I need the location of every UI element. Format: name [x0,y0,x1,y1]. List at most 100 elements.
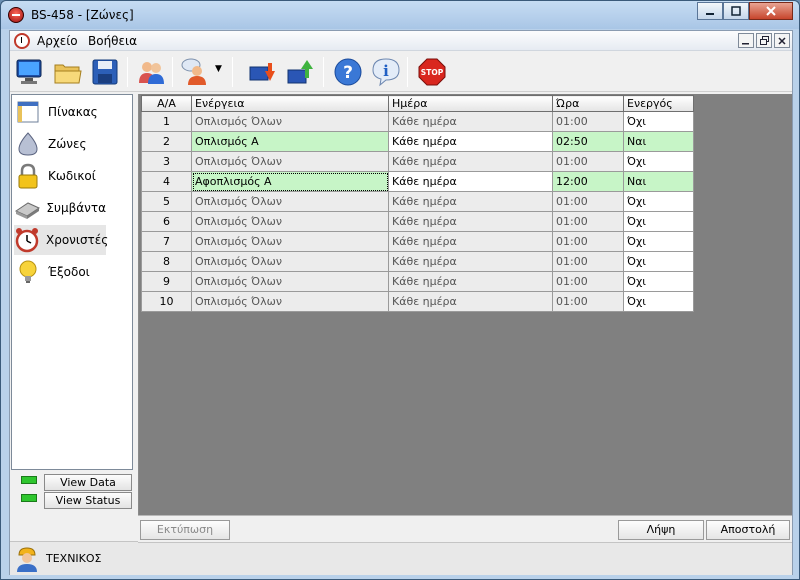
table-row[interactable]: 1 Οπλισμός Όλων Κάθε ημέρα 01:00 Όχι [141,111,694,132]
toolbar: ▼ ? i STOP [10,52,792,92]
table-row[interactable]: 8 Οπλισμός Όλων Κάθε ημέρα 01:00 Όχι [141,251,694,272]
day-cell[interactable]: Κάθε ημέρα [388,211,553,232]
send-button[interactable]: Αποστολή [706,520,790,540]
time-cell[interactable]: 01:00 [552,251,624,272]
active-cell[interactable]: Όχι [623,271,694,292]
toolbar-separator [232,57,233,87]
help-button[interactable]: ? [331,55,365,89]
action-cell[interactable]: Οπλισμός Όλων [191,251,389,272]
info-button[interactable]: i [369,55,403,89]
monitor-button[interactable] [12,55,46,89]
client-area: Αρχείο Βοήθεια ▼ ? i STOP Πίνακας Ζώνες … [9,30,793,575]
action-cell[interactable]: Οπλισμός Όλων [191,111,389,132]
action-cell[interactable]: Οπλισμός Όλων [191,191,389,212]
sidebar-item-outputs[interactable]: Έξοδοι [14,257,106,287]
info-icon: i [372,58,400,87]
svg-text:STOP: STOP [421,68,444,77]
user-chat-icon [181,58,206,85]
table-row[interactable]: 6 Οπλισμός Όλων Κάθε ημέρα 01:00 Όχι [141,211,694,232]
sidebar-item-events[interactable]: Συμβάντα [14,193,106,223]
day-cell[interactable]: Κάθε ημέρα [388,111,553,132]
open-button[interactable] [50,55,84,89]
active-cell[interactable]: Όχι [623,151,694,172]
clock-document-icon[interactable] [14,33,30,49]
time-cell[interactable]: 01:00 [552,231,624,252]
table-row[interactable]: 3 Οπλισμός Όλων Κάθε ημέρα 01:00 Όχι [141,151,694,172]
action-cell[interactable]: Οπλισμός Όλων [191,271,389,292]
active-cell[interactable]: Όχι [623,231,694,252]
sidebar-item-panel[interactable]: Πίνακας [14,97,106,127]
action-cell[interactable]: Οπλισμός Όλων [191,211,389,232]
active-cell[interactable]: Ναι [623,131,694,152]
user-status-bar: ΤΕΧΝΙΚΟΣ [10,541,138,575]
action-cell[interactable]: Αφοπλισμός Α [191,171,389,192]
column-header-day[interactable]: Ημέρα [388,95,553,112]
menu-help[interactable]: Βοήθεια [88,34,137,48]
table-row[interactable]: 4 Αφοπλισμός Α Κάθε ημέρα 12:00 Ναι [141,171,694,192]
sidebar-item-codes[interactable]: Κωδικοί [14,161,106,191]
time-cell[interactable]: 12:00 [552,171,624,192]
day-cell[interactable]: Κάθε ημέρα [388,171,553,192]
print-button[interactable]: Εκτύπωση [140,520,230,540]
table-row[interactable]: 7 Οπλισμός Όλων Κάθε ημέρα 01:00 Όχι [141,231,694,252]
stop-button[interactable]: STOP [415,55,449,89]
sidebar-item-zones[interactable]: Ζώνες [14,129,106,159]
table-row[interactable]: 9 Οπλισμός Όλων Κάθε ημέρα 01:00 Όχι [141,271,694,292]
action-cell[interactable]: Οπλισμός Όλων [191,291,389,312]
table-row[interactable]: 5 Οπλισμός Όλων Κάθε ημέρα 01:00 Όχι [141,191,694,212]
time-cell[interactable]: 02:50 [552,131,624,152]
user-chat-button[interactable] [178,55,212,89]
day-cell[interactable]: Κάθε ημέρα [388,131,553,152]
day-cell[interactable]: Κάθε ημέρα [388,271,553,292]
mdi-minimize-button[interactable] [738,33,754,48]
time-cell[interactable]: 01:00 [552,151,624,172]
active-cell[interactable]: Όχι [623,111,694,132]
title-bar[interactable]: BS-458 - [Ζώνες] [1,1,799,29]
table-row[interactable]: 10 Οπλισμός Όλων Κάθε ημέρα 01:00 Όχι [141,291,694,312]
toolbar-separator [407,57,408,87]
day-cell[interactable]: Κάθε ημέρα [388,151,553,172]
active-cell[interactable]: Όχι [623,251,694,272]
toolbar-separator [172,57,173,87]
active-cell[interactable]: Όχι [623,191,694,212]
action-cell[interactable]: Οπλισμός Όλων [191,151,389,172]
sidebar-item-label: Χρονιστές [46,233,109,247]
time-cell[interactable]: 01:00 [552,111,624,132]
users-button[interactable] [134,55,168,89]
minimize-button[interactable] [697,2,723,20]
day-cell[interactable]: Κάθε ημέρα [388,251,553,272]
save-button[interactable] [88,55,122,89]
download-button[interactable] [245,55,279,89]
time-cell[interactable]: 01:00 [552,191,624,212]
menu-file[interactable]: Αρχείο [37,34,78,48]
active-cell[interactable]: Ναι [623,171,694,192]
receive-button[interactable]: Λήψη [618,520,704,540]
row-number: 8 [141,251,192,272]
close-button[interactable] [749,2,793,20]
table-row[interactable]: 2 Οπλισμός Α Κάθε ημέρα 02:50 Ναι [141,131,694,152]
mdi-close-button[interactable] [774,33,790,48]
column-header-active[interactable]: Ενεργός [623,95,694,112]
action-cell[interactable]: Οπλισμός Α [191,131,389,152]
sidebar-item-label: Έξοδοι [48,265,90,279]
day-cell[interactable]: Κάθε ημέρα [388,231,553,252]
view-data-button[interactable]: View Data [44,474,132,491]
active-cell[interactable]: Όχι [623,291,694,312]
upload-button[interactable] [283,55,317,89]
mdi-restore-button[interactable] [756,33,772,48]
sidebar-item-timers[interactable]: Χρονιστές [14,225,109,255]
column-header-action[interactable]: Ενέργεια [191,95,389,112]
column-header-time[interactable]: Ώρα [552,95,624,112]
time-cell[interactable]: 01:00 [552,271,624,292]
active-cell[interactable]: Όχι [623,211,694,232]
time-cell[interactable]: 01:00 [552,211,624,232]
maximize-icon [731,6,741,16]
day-cell[interactable]: Κάθε ημέρα [388,191,553,212]
column-header-number[interactable]: Α/Α [141,95,192,112]
day-cell[interactable]: Κάθε ημέρα [388,291,553,312]
dropdown-arrow-icon[interactable]: ▼ [215,64,222,74]
maximize-button[interactable] [723,2,749,20]
time-cell[interactable]: 01:00 [552,291,624,312]
view-status-button[interactable]: View Status [44,492,132,509]
action-cell[interactable]: Οπλισμός Όλων [191,231,389,252]
